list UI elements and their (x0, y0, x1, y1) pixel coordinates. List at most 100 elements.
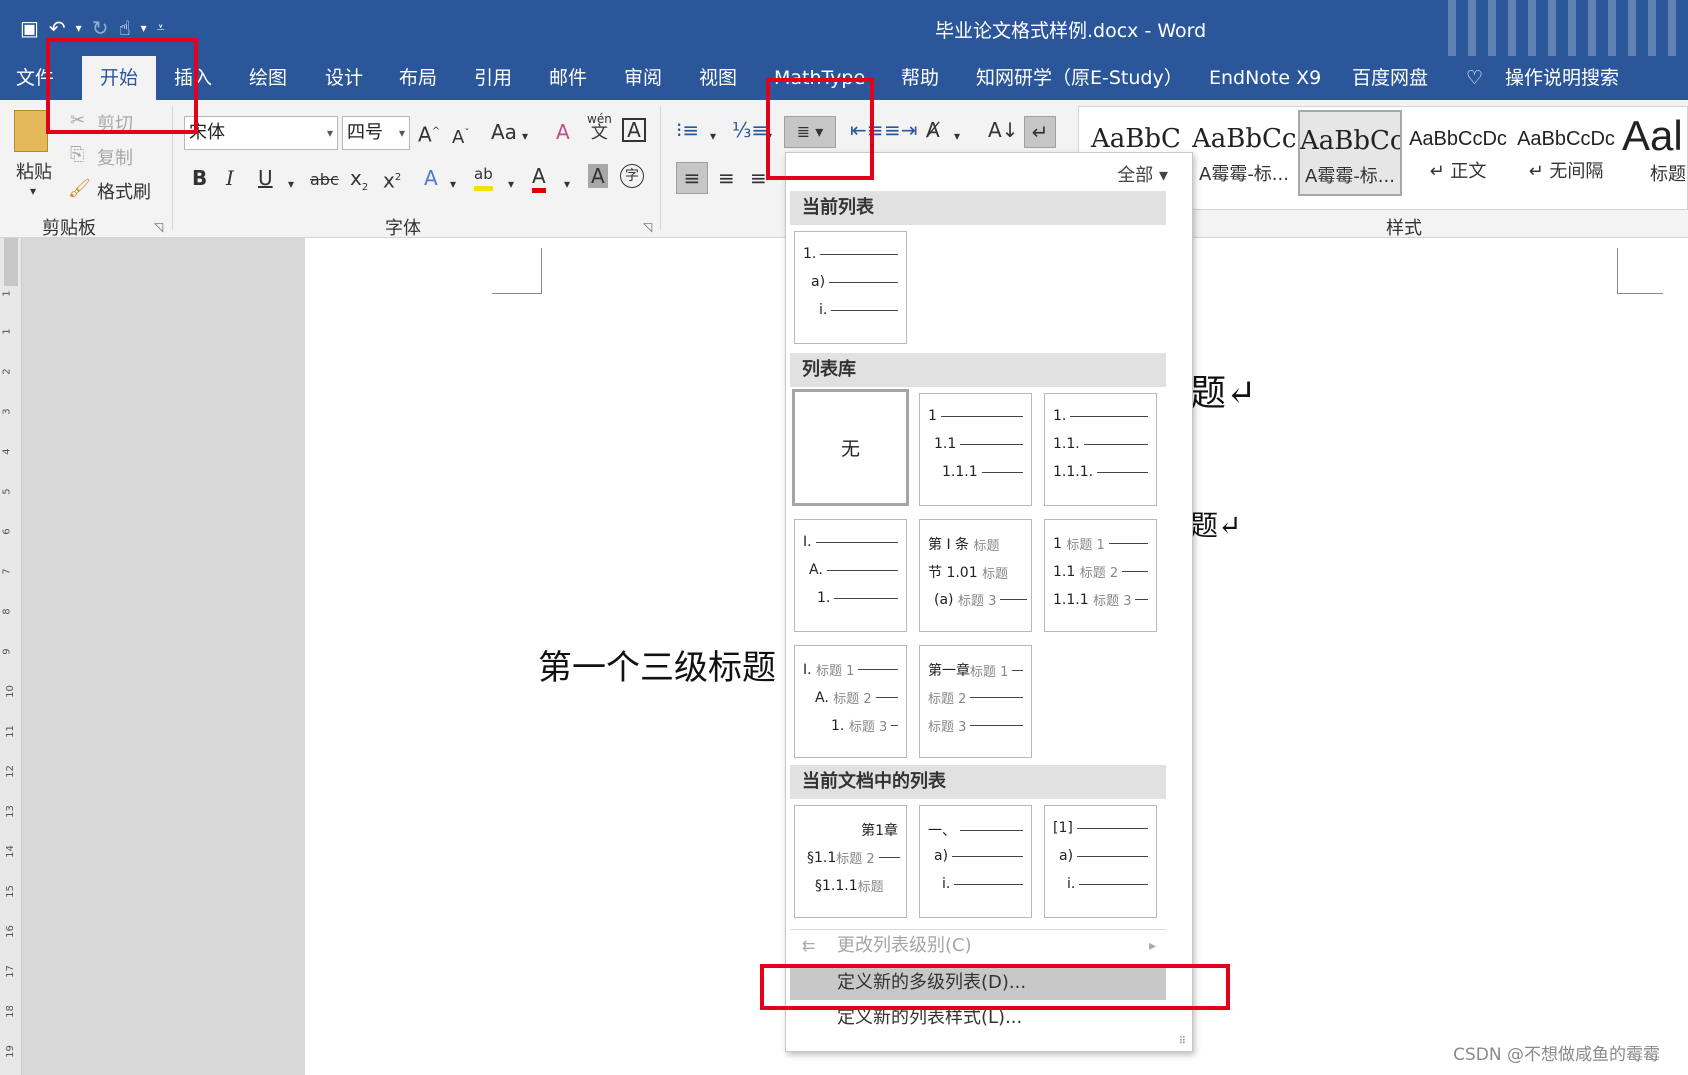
font-size-combo[interactable]: 四号 ▾ (342, 116, 410, 150)
chevron-down-icon[interactable]: ▾ (288, 172, 294, 196)
heading-fragment[interactable]: 题↵ (1190, 504, 1241, 544)
current-list-tile[interactable]: 1. a) i. (794, 231, 907, 344)
list-library-tile[interactable]: I. 标题 1 A. 标题 2 1. 标题 3 (794, 645, 907, 758)
list-library-tile[interactable]: 第 Ⅰ 条 标题 节 1.01 标题 (a) 标题 3 (919, 519, 1032, 632)
bold-icon[interactable]: B (192, 166, 207, 190)
paste-icon[interactable] (14, 110, 48, 152)
list-level-label: 一、 (928, 823, 956, 839)
chevron-down-icon[interactable]: ▾ (564, 172, 570, 196)
chinese-layout-icon[interactable]: Ⱥ (926, 118, 940, 142)
vertical-ruler[interactable]: 1 1 2 3 4 5 6 7 8 9 10 11 12 13 14 15 16… (0, 238, 22, 1075)
tab-mailings[interactable]: 邮件 (549, 64, 587, 92)
chevron-down-icon[interactable]: ▾ (710, 124, 716, 148)
highlight-icon[interactable]: ab (474, 162, 493, 191)
format-painter-button[interactable]: 格式刷 (97, 178, 151, 204)
style-item[interactable]: AaBbCcDc ↵ 无间隔 (1514, 110, 1618, 196)
document-list-tile[interactable]: 第1章 §1.1 标题 2 §1.1.1 标题 (794, 805, 907, 918)
list-level-label: [1] (1053, 820, 1073, 836)
style-sample: AaBbCc (1300, 126, 1400, 156)
align-left-icon[interactable]: ≡ (676, 162, 708, 194)
style-name: A霉霉-标... (1199, 164, 1289, 185)
font-name-combo[interactable]: 宋体 ▾ (184, 116, 338, 150)
show-formatting-marks-icon[interactable]: ↵ (1024, 116, 1056, 148)
list-level-label: 1 (928, 408, 937, 424)
ruler-number: 14 (4, 845, 16, 858)
tab-review[interactable]: 审阅 (624, 64, 662, 92)
ruler-number: 15 (4, 885, 16, 898)
style-item[interactable]: AaBbCc A霉霉-标... (1192, 110, 1296, 196)
document-list-tile[interactable]: 一、 a) i. (919, 805, 1032, 918)
list-level-label: 第一章 (928, 663, 970, 679)
paste-dropdown-icon[interactable]: ▾ (30, 184, 36, 198)
change-case-icon[interactable]: Aa (491, 120, 517, 144)
text-effects-icon[interactable]: A (424, 166, 438, 190)
tab-layout[interactable]: 布局 (399, 64, 437, 92)
third-level-heading[interactable]: 第一个三级标题 (538, 640, 776, 689)
tab-help[interactable]: 帮助 (901, 64, 939, 92)
tab-draw[interactable]: 绘图 (249, 64, 287, 92)
tab-references[interactable]: 引用 (474, 64, 512, 92)
page-margin-corner (1617, 248, 1663, 294)
subscript-icon[interactable]: x2 (350, 166, 368, 200)
ruler-number: 3 (1, 408, 13, 415)
paste-button[interactable]: 粘贴 (16, 158, 52, 184)
tab-endnote[interactable]: EndNote X9 (1209, 64, 1321, 92)
tab-design[interactable]: 设计 (325, 64, 363, 92)
ruler-number: 17 (4, 965, 16, 978)
font-color-icon[interactable]: A (532, 164, 546, 193)
save-icon[interactable]: ▣ (20, 14, 39, 42)
list-level-label: 1.1. (1053, 436, 1080, 452)
list-level-label: i. (819, 302, 828, 318)
list-library-tile[interactable]: 1 标题 1 1.1 标题 2 1.1.1 标题 3 (1044, 519, 1157, 632)
ruler-number: 11 (4, 725, 16, 738)
character-shading-icon[interactable]: A (588, 164, 608, 188)
copy-button[interactable]: 复制 (97, 144, 133, 170)
list-library-tile[interactable]: 第一章 标题 1 标题 2 标题 3 (919, 645, 1032, 758)
chevron-down-icon[interactable]: ▾ (954, 124, 960, 148)
strikethrough-icon[interactable]: abc (310, 168, 339, 192)
chevron-down-icon: ▾ (326, 126, 333, 140)
style-item[interactable]: Aal 标题 (1622, 110, 1688, 196)
list-library-tile[interactable]: I. A. 1. (794, 519, 907, 632)
italic-icon[interactable]: I (226, 166, 234, 190)
phonetic-guide-icon[interactable]: wén 文 (587, 112, 612, 142)
numbering-icon[interactable]: ⅓≡ (732, 118, 768, 142)
tab-baidu-netdisk[interactable]: 百度网盘 (1352, 64, 1428, 92)
align-center-icon[interactable]: ≡ (718, 166, 735, 190)
bullets-icon[interactable]: ⁝≡ (676, 118, 699, 142)
style-item-selected[interactable]: AaBbCc A霉霉-标... (1298, 110, 1402, 196)
character-border-icon[interactable]: A (622, 118, 646, 142)
sort-icon[interactable]: A↓ (988, 118, 1018, 142)
list-level-label: 1. (831, 717, 845, 734)
list-library-tile[interactable]: 1. 1.1. 1.1.1. (1044, 393, 1157, 506)
align-right-icon[interactable]: ≡ (750, 166, 767, 190)
ruler-number: 16 (4, 925, 16, 938)
tab-view[interactable]: 视图 (699, 64, 737, 92)
list-level-sublabel: 标题 1 (1066, 538, 1105, 553)
grow-font-icon[interactable]: A^ (418, 120, 440, 147)
clipboard-launcher-icon[interactable]: ◹ (154, 220, 163, 234)
font-launcher-icon[interactable]: ◹ (643, 220, 652, 234)
chevron-down-icon[interactable]: ▾ (450, 172, 456, 196)
superscript-icon[interactable]: x2 (383, 166, 401, 193)
enclose-characters-icon[interactable]: 字 (620, 164, 644, 188)
list-none-tile[interactable]: 无 (792, 389, 909, 506)
list-level-label: I. (803, 661, 812, 678)
heading-fragment[interactable]: 题↵ (1190, 364, 1256, 416)
list-library-tile[interactable]: 1 1.1 1.1.1 (919, 393, 1032, 506)
increase-indent-icon[interactable]: ≡⇥ (884, 118, 918, 142)
document-list-tile[interactable]: [1] a) i. (1044, 805, 1157, 918)
list-level-label: i. (1067, 876, 1076, 892)
tab-cnki-estudy[interactable]: 知网研学（原E-Study） (976, 64, 1183, 92)
tell-me-search[interactable]: 操作说明搜索 (1505, 64, 1619, 92)
shrink-font-icon[interactable]: Aˇ (452, 122, 469, 150)
style-item[interactable]: AaBbCcDc ↵ 正文 (1406, 110, 1510, 196)
list-filter-dropdown[interactable]: 全部 ▾ (1117, 161, 1168, 187)
underline-icon[interactable]: U (258, 166, 273, 190)
chevron-down-icon[interactable]: ▾ (522, 124, 528, 148)
resize-grip-icon[interactable]: ⠿ (1179, 1036, 1186, 1047)
clear-formatting-icon[interactable]: A (556, 120, 570, 144)
change-list-level-item[interactable]: ⇇ 更改列表级别(C) ▸ (790, 929, 1166, 963)
chevron-down-icon[interactable]: ▾ (508, 172, 514, 196)
style-name: A霉霉-标... (1305, 166, 1395, 187)
